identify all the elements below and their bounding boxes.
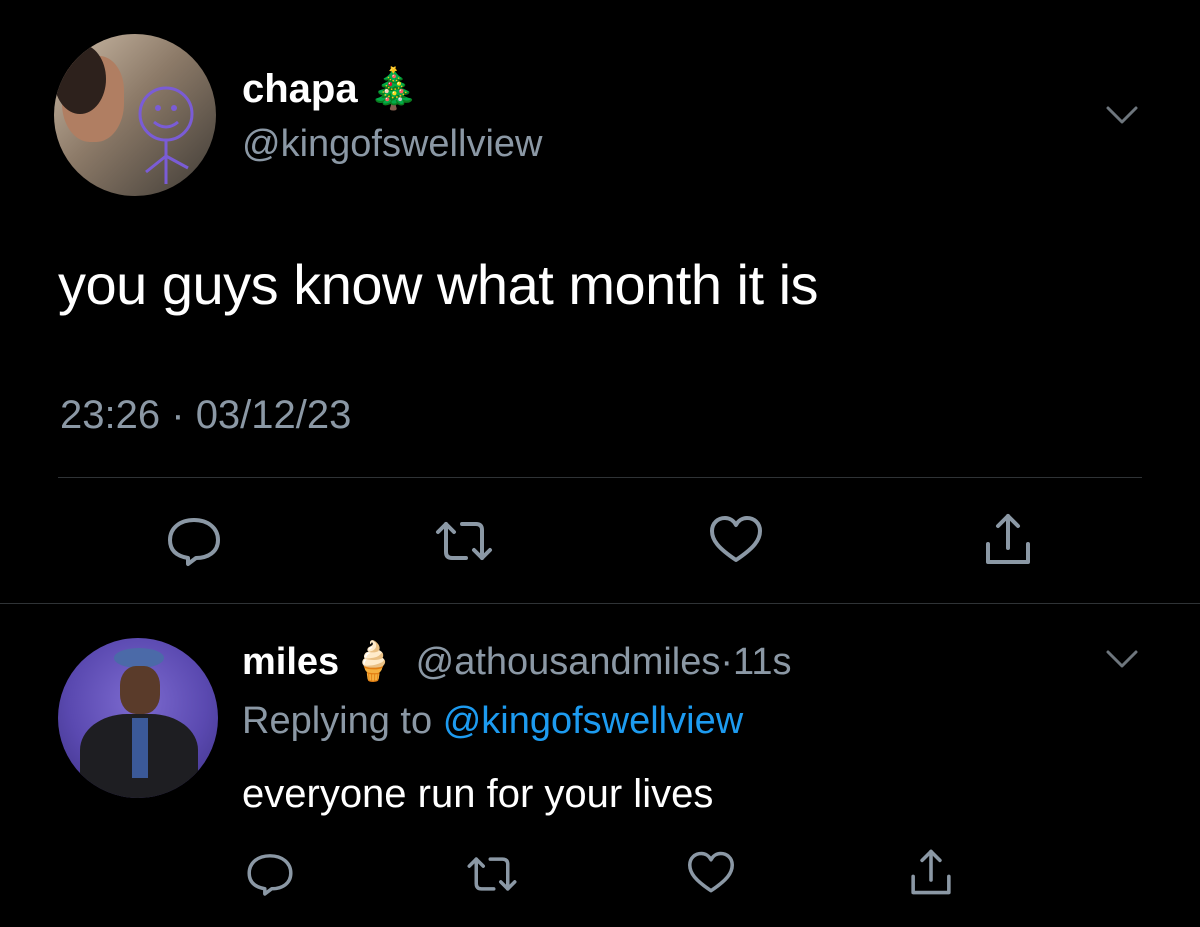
display-name[interactable]: chapa: [242, 67, 358, 111]
retweet-icon[interactable]: [464, 850, 520, 898]
reply-icon[interactable]: [164, 514, 224, 568]
chevron-down-icon[interactable]: [1102, 100, 1142, 130]
replying-to-link[interactable]: @kingofswellview: [443, 700, 743, 742]
avatar-chapa[interactable]: [54, 34, 216, 196]
christmas-tree-icon: 🎄: [368, 66, 419, 112]
reply-icon[interactable]: [244, 850, 296, 898]
separator-dot: ·: [720, 641, 734, 683]
avatar-miles[interactable]: [58, 638, 218, 798]
divider: [0, 603, 1200, 604]
separator-dot: ·: [171, 393, 185, 437]
tweet-time[interactable]: 23:26: [60, 393, 160, 437]
share-icon[interactable]: [906, 846, 956, 898]
share-icon[interactable]: [980, 510, 1036, 568]
handle[interactable]: @athousandmiles: [416, 641, 721, 683]
tweet-date[interactable]: 03/12/23: [196, 393, 352, 437]
handle[interactable]: @kingofswellview: [242, 122, 542, 166]
retweet-icon[interactable]: [432, 514, 496, 568]
ice-cream-icon: 🍦: [349, 639, 398, 683]
divider: [58, 477, 1142, 478]
reply-age[interactable]: 11s: [733, 641, 791, 683]
tweet-text: you guys know what month it is: [58, 253, 819, 316]
display-name[interactable]: miles: [242, 641, 339, 683]
replying-to-label: Replying to: [242, 700, 433, 742]
like-icon[interactable]: [708, 514, 764, 566]
chevron-down-icon[interactable]: [1102, 644, 1142, 674]
reply-text: everyone run for your lives: [242, 772, 714, 816]
like-icon[interactable]: [686, 850, 736, 896]
